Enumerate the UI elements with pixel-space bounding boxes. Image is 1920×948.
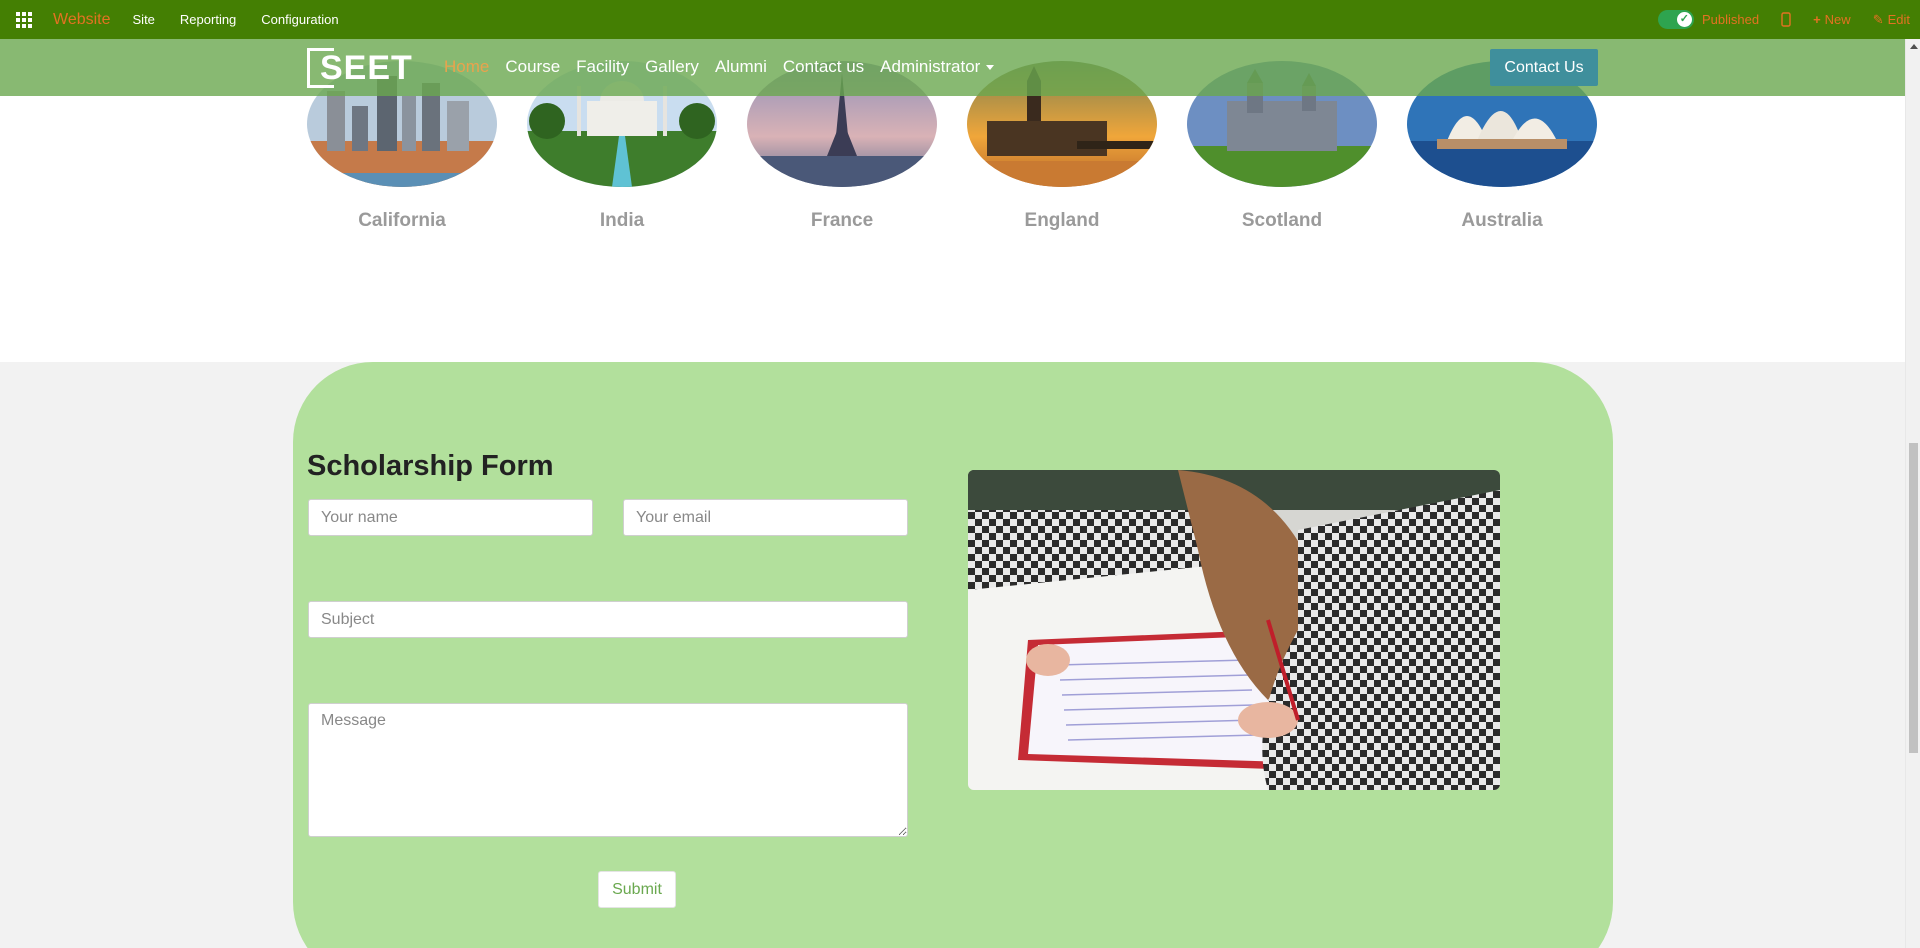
nav-links: Home Course Facility Gallery Alumni Cont… (444, 57, 995, 77)
admin-actions: ✓ Published + New ✎ Edit (1657, 0, 1920, 39)
nav-contact[interactable]: Contact us (783, 57, 864, 77)
mobile-preview-icon[interactable] (1781, 12, 1791, 27)
site-logo[interactable]: SEET (307, 48, 413, 88)
destination-name: California (358, 210, 446, 231)
nav-administrator-label: Administrator (880, 57, 981, 76)
submit-button[interactable]: Submit (598, 871, 676, 908)
form-title: Scholarship Form (307, 450, 554, 482)
new-label: New (1824, 12, 1851, 27)
nav-administrator-dropdown[interactable]: Administrator (880, 57, 995, 77)
nav-home[interactable]: Home (444, 57, 489, 77)
contact-us-button[interactable]: Contact Us (1490, 49, 1598, 86)
admin-menu-reporting[interactable]: Reporting (180, 12, 236, 27)
name-input[interactable] (308, 499, 593, 536)
edit-button[interactable]: ✎ Edit (1873, 12, 1910, 28)
message-textarea[interactable] (308, 703, 908, 837)
nav-alumni[interactable]: Alumni (715, 57, 767, 77)
published-label[interactable]: Published (1702, 12, 1759, 27)
page-scrollbar[interactable] (1905, 39, 1920, 948)
subject-input[interactable] (308, 601, 908, 638)
destination-name: Australia (1461, 210, 1543, 231)
nav-gallery[interactable]: Gallery (645, 57, 699, 77)
nav-course[interactable]: Course (505, 57, 560, 77)
admin-menu-site[interactable]: Site (133, 12, 155, 27)
email-input[interactable] (623, 499, 908, 536)
logo-text: SEET (320, 48, 413, 87)
admin-top-bar: Website Site Reporting Configuration ✓ P… (0, 0, 1920, 39)
destination-name: England (1024, 210, 1100, 231)
pencil-icon: ✎ (1872, 11, 1884, 27)
scroll-thumb[interactable] (1909, 443, 1918, 753)
published-toggle[interactable]: ✓ (1657, 10, 1694, 29)
plus-icon: + (1813, 12, 1821, 27)
destination-name: India (599, 210, 645, 231)
apps-grid-icon[interactable] (16, 11, 32, 28)
nav-facility[interactable]: Facility (576, 57, 629, 77)
student-writing-photo (968, 470, 1500, 790)
scroll-up-arrow-icon[interactable] (1910, 44, 1918, 49)
destination-name: France (810, 210, 874, 231)
check-icon: ✓ (1679, 13, 1689, 25)
site-navbar: SEET Home Course Facility Gallery Alumni… (0, 39, 1905, 96)
new-button[interactable]: + New (1813, 12, 1851, 27)
edit-label: Edit (1887, 12, 1910, 27)
destination-name: Scotland (1241, 210, 1323, 231)
caret-down-icon (986, 65, 995, 71)
admin-brand[interactable]: Website (53, 11, 111, 29)
admin-menu-configuration[interactable]: Configuration (261, 12, 338, 27)
